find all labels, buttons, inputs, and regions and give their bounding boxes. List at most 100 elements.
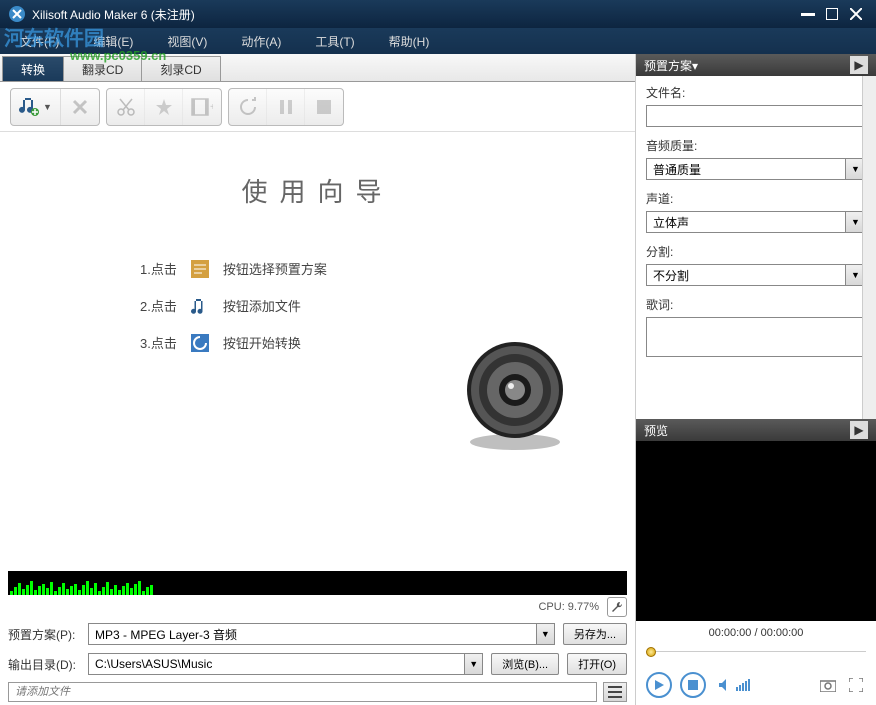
maximize-button[interactable] <box>820 4 844 24</box>
cut-button[interactable] <box>107 89 145 125</box>
close-button[interactable] <box>844 4 868 24</box>
split-value: 不分割 <box>653 267 689 284</box>
play-button[interactable] <box>646 672 672 698</box>
menu-edit[interactable]: 编辑(E) <box>93 33 133 50</box>
list-view-button[interactable] <box>603 682 627 702</box>
quality-select[interactable]: 普通质量 ▼ <box>646 158 866 180</box>
snapshot-button[interactable] <box>818 675 838 695</box>
output-row: 输出目录(D): C:\Users\ASUS\Music ▼ 浏览(B)... … <box>0 649 635 679</box>
add-file-button[interactable]: ▼ <box>11 89 61 125</box>
menu-view[interactable]: 视图(V) <box>167 33 207 50</box>
video-add-button[interactable]: + <box>183 89 221 125</box>
filename-input[interactable] <box>646 105 866 127</box>
titlebar: Xilisoft Audio Maker 6 (未注册) <box>0 0 876 28</box>
wrench-icon <box>610 600 624 614</box>
menu-action[interactable]: 动作(A) <box>241 33 281 50</box>
convert-start-button[interactable] <box>229 89 267 125</box>
star-icon <box>154 97 174 117</box>
stop-playback-button[interactable] <box>680 672 706 698</box>
tab-rip-cd[interactable]: 翻录CD <box>63 56 142 81</box>
wizard-title: 使用向导 <box>241 172 393 209</box>
remove-button[interactable] <box>61 89 99 125</box>
properties-scrollbar[interactable] <box>862 76 876 419</box>
expand-preview-button[interactable]: ▶ <box>850 421 868 439</box>
toolbar: ▼ + <box>0 82 635 132</box>
effects-button[interactable] <box>145 89 183 125</box>
menu-help[interactable]: 帮助(H) <box>389 33 430 50</box>
preset-panel-header: 预置方案▾ ▶ <box>636 54 876 76</box>
preview-panel-header: 预览 ▶ <box>636 419 876 441</box>
right-pane: 预置方案▾ ▶ 文件名: 音频质量: 普通质量 ▼ 声道: 立体声 ▼ <box>636 54 876 705</box>
channel-select[interactable]: 立体声 ▼ <box>646 211 866 233</box>
speaker-image <box>455 332 575 452</box>
split-label: 分割: <box>646 243 866 260</box>
main-area: 转换 翻录CD 刻录CD ▼ <box>0 54 876 705</box>
seek-slider[interactable] <box>646 651 866 659</box>
music-add-icon <box>19 96 41 118</box>
quality-label: 音频质量: <box>646 137 866 154</box>
volume-control[interactable] <box>718 678 750 692</box>
volume-bars <box>736 679 750 691</box>
filename-label: 文件名: <box>646 84 866 101</box>
search-bar <box>0 679 635 705</box>
open-button[interactable]: 打开(O) <box>567 653 627 675</box>
step1-prefix: 1.点击 <box>140 259 177 278</box>
lyrics-textarea[interactable] <box>646 317 866 357</box>
split-select[interactable]: 不分割 ▼ <box>646 264 866 286</box>
tab-convert[interactable]: 转换 <box>2 56 64 81</box>
menu-tools[interactable]: 工具(T) <box>315 33 354 50</box>
pause-icon <box>278 99 294 115</box>
quality-value: 普通质量 <box>653 161 701 178</box>
stop-button[interactable] <box>305 89 343 125</box>
tab-burn-cd[interactable]: 刻录CD <box>141 56 220 81</box>
preview-viewport <box>636 441 876 621</box>
profile-value: MP3 - MPEG Layer-3 音频 <box>95 626 237 643</box>
wizard-step-1: 1.点击 按钮选择预置方案 <box>140 259 327 278</box>
mode-tabs: 转换 翻录CD 刻录CD <box>0 54 635 82</box>
play-icon <box>653 679 665 691</box>
lyrics-label: 歌词: <box>646 296 866 313</box>
film-add-icon: + <box>191 98 213 116</box>
wizard-steps: 1.点击 按钮选择预置方案 2.点击 按钮添加文件 3.点击 按钮开始转换 <box>140 259 327 370</box>
stop-icon <box>688 680 698 690</box>
step2-prefix: 2.点击 <box>140 296 177 315</box>
save-as-button[interactable]: 另存为... <box>563 623 627 645</box>
search-input[interactable] <box>8 682 597 702</box>
step3-text: 按钮开始转换 <box>223 333 301 352</box>
menu-file[interactable]: 文件(F) <box>20 33 59 50</box>
wizard-step-2: 2.点击 按钮添加文件 <box>140 296 327 315</box>
channel-label: 声道: <box>646 190 866 207</box>
minimize-button[interactable] <box>796 4 820 24</box>
app-logo-icon <box>8 5 26 23</box>
step3-prefix: 3.点击 <box>140 333 177 352</box>
profile-label: 预置方案(P): <box>8 626 80 643</box>
refresh-icon <box>238 97 258 117</box>
output-select[interactable]: C:\Users\ASUS\Music ▼ <box>88 653 483 675</box>
chevron-down-icon: ▼ <box>464 654 482 674</box>
delete-x-icon <box>71 98 89 116</box>
svg-text:+: + <box>210 102 213 113</box>
stop-icon <box>317 100 331 114</box>
fullscreen-icon <box>849 678 863 692</box>
wizard-step-3: 3.点击 按钮开始转换 <box>140 333 327 352</box>
camera-icon <box>820 678 836 692</box>
pause-button[interactable] <box>267 89 305 125</box>
settings-button[interactable] <box>607 597 627 617</box>
audio-meter <box>8 571 627 595</box>
fullscreen-button[interactable] <box>846 675 866 695</box>
time-display: 00:00:00 / 00:00:00 <box>636 621 876 645</box>
preset-header-label: 预置方案▾ <box>644 57 698 74</box>
window-title: Xilisoft Audio Maker 6 (未注册) <box>32 6 796 23</box>
profile-select[interactable]: MP3 - MPEG Layer-3 音频 ▼ <box>88 623 555 645</box>
seek-thumb[interactable] <box>646 647 656 657</box>
output-label: 输出目录(D): <box>8 656 80 673</box>
cpu-label: CPU: 9.77% <box>538 601 599 613</box>
profile-row: 预置方案(P): MP3 - MPEG Layer-3 音频 ▼ 另存为... <box>0 619 635 649</box>
expand-preset-button[interactable]: ▶ <box>850 56 868 74</box>
playback-controls <box>636 665 876 705</box>
channel-value: 立体声 <box>653 214 689 231</box>
chevron-down-icon: ▼ <box>536 624 554 644</box>
cpu-bar: CPU: 9.77% <box>0 595 635 619</box>
start-convert-icon <box>191 334 209 352</box>
browse-button[interactable]: 浏览(B)... <box>491 653 559 675</box>
